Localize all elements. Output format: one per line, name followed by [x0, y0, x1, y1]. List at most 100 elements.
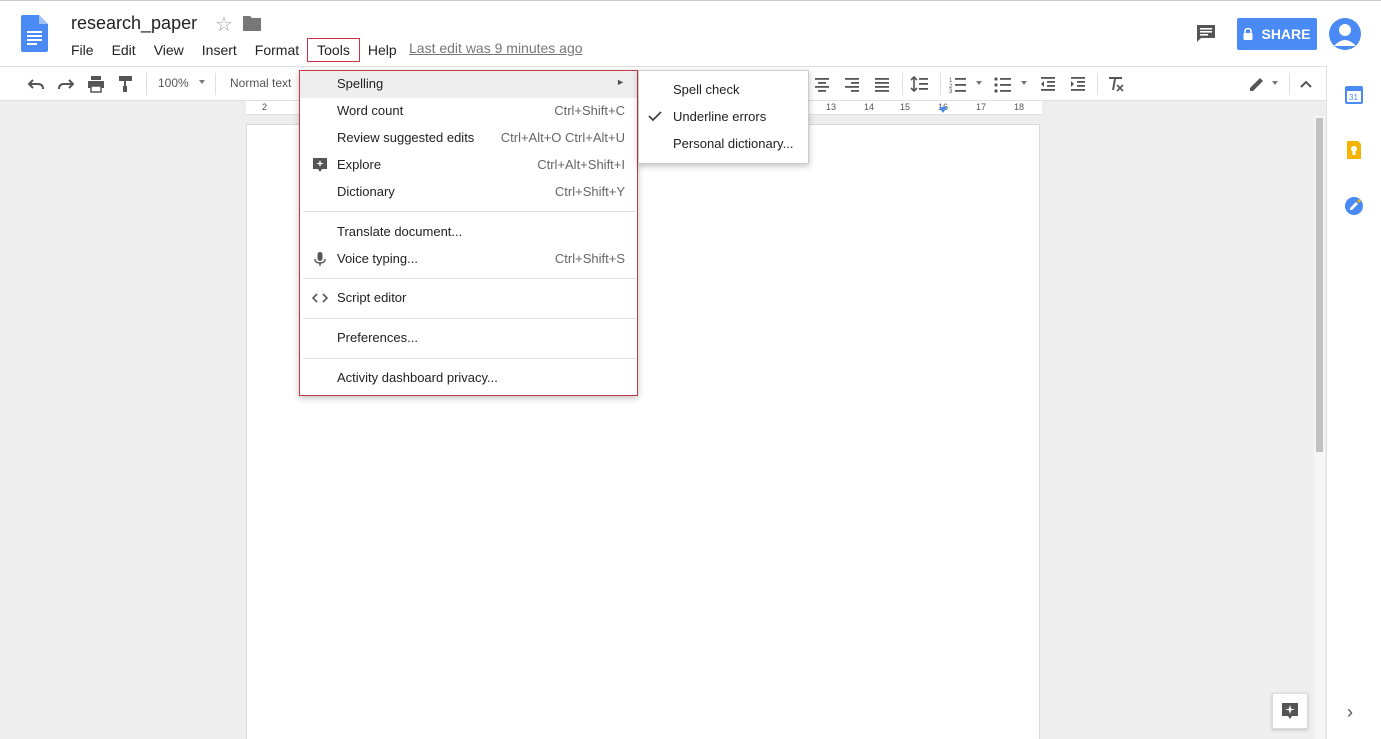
submenu-item-label: Personal dictionary...	[673, 136, 794, 151]
submenu-arrow-icon: ►	[616, 77, 625, 87]
submenu-item-label: Underline errors	[673, 109, 767, 124]
calendar-icon[interactable]: 31	[1344, 85, 1364, 105]
ruler-number: 13	[826, 102, 837, 112]
keep-icon[interactable]	[1344, 140, 1364, 160]
explore-icon	[1282, 703, 1298, 719]
menu-item-shortcut: Ctrl+Shift+Y	[554, 184, 625, 199]
ruler-number: 18	[1014, 102, 1025, 112]
menu-item-label: Dictionary	[337, 184, 395, 199]
menu-item-label: Word count	[337, 103, 404, 118]
explore-icon	[313, 158, 327, 172]
menu-item-script-editor[interactable]: Script editor	[300, 285, 637, 312]
menu-item-label: Script editor	[337, 290, 407, 305]
decrease-indent-icon[interactable]	[1038, 74, 1058, 94]
menu-item-shortcut: Ctrl+Alt+O Ctrl+Alt+U	[500, 130, 625, 145]
bulleted-list-icon[interactable]	[993, 74, 1013, 94]
ruler-number: 2	[262, 102, 268, 112]
menu-item-activity-dashboard-privacy[interactable]: Activity dashboard privacy...	[300, 365, 637, 392]
redo-icon[interactable]	[56, 74, 76, 94]
menu-tools[interactable]: Tools	[307, 38, 360, 62]
line-spacing-icon[interactable]	[910, 74, 930, 94]
person-icon	[1334, 24, 1356, 46]
numbered-list-icon[interactable]: 12 3	[948, 74, 968, 94]
menu-divider	[303, 211, 636, 212]
undo-icon[interactable]	[26, 74, 46, 94]
menu-item-voice-typing[interactable]: Voice typing... Ctrl+Shift+S	[300, 246, 637, 273]
svg-text:3: 3	[949, 89, 953, 94]
menu-item-shortcut: Ctrl+Shift+C	[554, 103, 625, 118]
zoom-select[interactable]: 100%	[158, 76, 189, 90]
menu-item-label: Activity dashboard privacy...	[337, 370, 498, 385]
comments-icon[interactable]	[1195, 23, 1217, 45]
ruler-number: 17	[976, 102, 987, 112]
menu-item-spelling[interactable]: Spelling ►	[300, 71, 637, 98]
spelling-submenu: Spell check Underline errors Personal di…	[638, 70, 809, 164]
submenu-item-underline-errors[interactable]: Underline errors	[639, 104, 808, 131]
explore-button[interactable]	[1272, 693, 1308, 729]
submenu-item-label: Spell check	[673, 82, 740, 97]
ruler-number: 14	[864, 102, 875, 112]
menu-item-label: Voice typing...	[337, 251, 418, 266]
menu-divider	[303, 318, 636, 319]
tools-dropdown-menu: Spelling ► Word count Ctrl+Shift+C Revie…	[299, 70, 638, 396]
share-button[interactable]: SHARE	[1237, 18, 1317, 50]
editing-mode-caret-icon[interactable]	[1272, 81, 1278, 85]
menu-divider	[303, 278, 636, 279]
menu-divider	[303, 358, 636, 359]
menu-view[interactable]: View	[145, 39, 193, 61]
lock-icon	[1243, 28, 1253, 40]
menu-item-label: Spelling	[337, 76, 384, 91]
scrollbar-thumb[interactable]	[1316, 118, 1323, 452]
menu-item-label: Translate document...	[337, 224, 463, 239]
menu-item-label: Preferences...	[337, 330, 418, 345]
paragraph-style-select[interactable]: Normal text	[230, 76, 291, 90]
increase-indent-icon[interactable]	[1068, 74, 1088, 94]
align-right-icon[interactable]	[842, 74, 862, 94]
microphone-icon	[314, 252, 326, 266]
menu-format[interactable]: Format	[246, 39, 308, 61]
right-indent-marker-icon[interactable]	[939, 107, 947, 114]
menu-insert[interactable]: Insert	[193, 39, 246, 61]
last-edit-link[interactable]: Last edit was 9 minutes ago	[409, 40, 583, 56]
menu-edit[interactable]: Edit	[103, 39, 145, 61]
vertical-scrollbar[interactable]	[1314, 116, 1325, 739]
align-justify-icon[interactable]	[872, 74, 892, 94]
menu-file[interactable]: File	[62, 39, 103, 61]
paint-format-icon[interactable]	[116, 74, 136, 94]
expand-side-panel-chevron-icon[interactable]: ›	[1347, 702, 1353, 723]
document-title[interactable]: research_paper	[71, 13, 197, 34]
submenu-item-personal-dictionary[interactable]: Personal dictionary...	[639, 131, 808, 158]
menu-item-explore[interactable]: Explore Ctrl+Alt+Shift+I	[300, 152, 637, 179]
menu-item-shortcut: Ctrl+Shift+S	[554, 251, 625, 266]
code-icon	[312, 293, 328, 303]
numbered-list-caret-icon[interactable]	[976, 81, 982, 85]
menu-item-word-count[interactable]: Word count Ctrl+Shift+C	[300, 98, 637, 125]
menu-item-label: Review suggested edits	[337, 130, 475, 145]
side-panel: 31 ›	[1326, 66, 1381, 739]
menu-item-preferences[interactable]: Preferences...	[300, 325, 637, 352]
account-avatar[interactable]	[1329, 18, 1361, 50]
tasks-icon[interactable]	[1344, 196, 1364, 216]
menu-item-review-suggested-edits[interactable]: Review suggested edits Ctrl+Alt+O Ctrl+A…	[300, 125, 637, 152]
docs-logo-icon[interactable]	[21, 15, 48, 52]
checkmark-icon	[648, 111, 662, 122]
menu-item-label: Explore	[337, 157, 382, 172]
calendar-day: 31	[1349, 93, 1358, 102]
align-center-icon[interactable]	[812, 74, 832, 94]
menu-bar: File Edit View Insert Format Tools Help	[62, 38, 406, 62]
star-icon[interactable]: ☆	[215, 12, 233, 37]
editing-mode-pencil-icon[interactable]	[1247, 74, 1267, 94]
print-icon[interactable]	[86, 74, 106, 94]
zoom-caret-icon	[199, 80, 205, 84]
menu-item-dictionary[interactable]: Dictionary Ctrl+Shift+Y	[300, 179, 637, 206]
collapse-toolbar-chevron-icon[interactable]	[1296, 74, 1316, 94]
ruler-number: 15	[900, 102, 911, 112]
submenu-item-spell-check[interactable]: Spell check	[639, 77, 808, 104]
bulleted-list-caret-icon[interactable]	[1021, 81, 1027, 85]
header: research_paper ☆ File Edit View Insert F…	[0, 0, 1381, 66]
menu-item-translate-document[interactable]: Translate document...	[300, 219, 637, 246]
folder-icon[interactable]	[243, 15, 261, 31]
menu-help[interactable]: Help	[359, 39, 406, 61]
share-label: SHARE	[1261, 26, 1311, 42]
clear-formatting-icon[interactable]	[1106, 74, 1126, 94]
